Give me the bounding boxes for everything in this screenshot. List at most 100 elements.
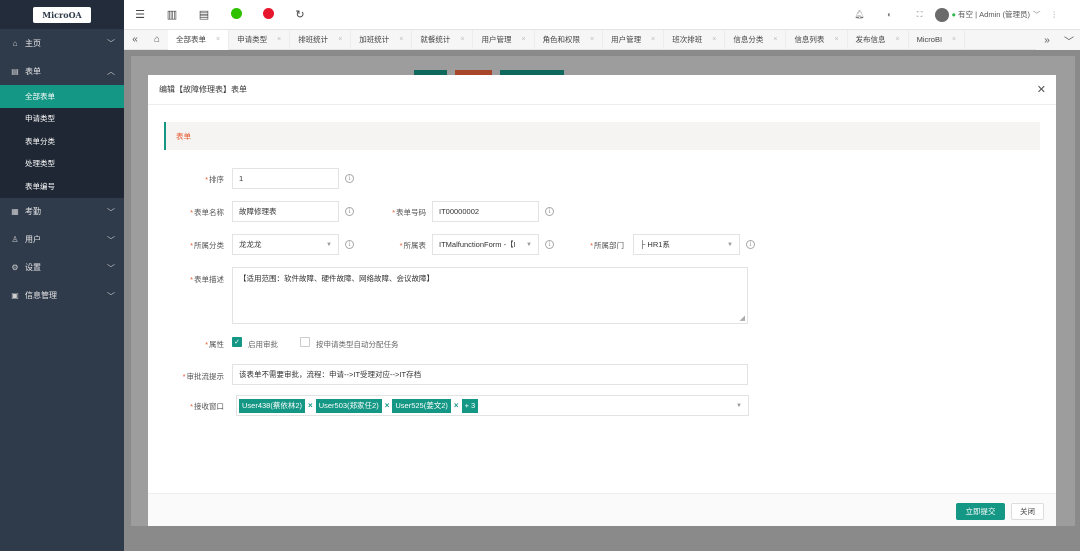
tab-shift-schedule[interactable]: 班次排班 × <box>664 29 726 50</box>
info-icon[interactable]: i <box>746 240 755 249</box>
close-icon[interactable]: × <box>460 36 464 43</box>
book-icon[interactable]: ▥ <box>156 8 188 21</box>
online-status-icon: ● <box>951 10 957 19</box>
receiver-tag: User503(郑家任2) <box>315 398 382 413</box>
caret-down-icon: ▼ <box>727 242 733 248</box>
close-icon[interactable]: × <box>399 36 403 43</box>
tabs-menu-chevron-icon[interactable]: ﹀ <box>1058 33 1080 48</box>
sidebar-subitem-all-forms[interactable]: 全部表单 <box>0 85 124 108</box>
sidebar-item-settings[interactable]: ⚙ 设置 ﹀ <box>0 254 124 282</box>
bell-icon[interactable]: 🔔︎ <box>845 10 875 19</box>
tab-info-category[interactable]: 信息分类 × <box>725 29 787 50</box>
sidebar-subitem-form-number[interactable]: 表单编号 <box>0 175 124 198</box>
order-input[interactable]: 1 <box>232 168 339 189</box>
info-icon[interactable]: i <box>345 240 354 249</box>
enable-approval-checkbox[interactable]: ✓ <box>232 337 242 347</box>
fullscreen-icon[interactable]: ⛶ <box>905 10 935 20</box>
close-icon[interactable]: × <box>712 36 716 43</box>
sidebar-subitem-form-category[interactable]: 表单分类 <box>0 130 124 153</box>
close-icon[interactable]: × <box>834 36 838 43</box>
info-icon[interactable]: i <box>545 207 554 216</box>
sidebar-item-label: 主页 <box>25 38 41 48</box>
close-icon[interactable]: × <box>590 36 594 43</box>
chevron-down-icon: ﹀ <box>1033 10 1041 19</box>
close-icon[interactable]: × <box>338 36 342 43</box>
refresh-icon[interactable]: ↻ <box>284 8 316 21</box>
tab-label: 发布信息 <box>855 35 886 44</box>
approval-hint-input[interactable]: 该表单不需要审批，流程：申请-->IT受理对应-->IT存档 <box>232 364 748 385</box>
chevron-down-icon: ﹀ <box>107 235 115 245</box>
sidebar-item-attendance[interactable]: ▦ 考勤 ﹀ <box>0 198 124 226</box>
table-select[interactable]: ITMalfunctionForm -【I ▼ <box>432 234 539 255</box>
wechat-icon[interactable] <box>220 7 252 22</box>
tab-shift-stats[interactable]: 排班统计 × <box>290 29 352 50</box>
sidebar-subitem-apply-type[interactable]: 申请类型 <box>0 108 124 131</box>
tab-meal-stats[interactable]: 就餐统计 × <box>412 29 474 50</box>
info-icon[interactable]: i <box>345 174 354 183</box>
close-icon[interactable]: × <box>216 36 220 43</box>
receiver-multiselect[interactable]: User438(蔡依林2) × User503(郑家任2) × User525(… <box>236 395 749 416</box>
close-icon[interactable]: × <box>952 36 956 43</box>
tab-microbi[interactable]: MicroBI × <box>909 29 966 50</box>
resize-handle-icon[interactable]: ◢ <box>740 314 745 322</box>
table-value: ITMalfunctionForm -【I <box>439 240 516 249</box>
tab-roles[interactable]: 角色和权限 × <box>535 29 604 50</box>
close-icon[interactable]: × <box>651 36 655 43</box>
tab-info-list[interactable]: 信息列表 × <box>786 29 848 50</box>
close-icon[interactable]: ✕ <box>1037 83 1046 96</box>
form-name-input[interactable]: 故障修理表 <box>232 201 339 222</box>
category-label: *所属分类 <box>190 241 224 250</box>
close-icon[interactable]: × <box>896 36 900 43</box>
more-vertical-icon[interactable]: ⋮ <box>1051 10 1059 19</box>
tab-apply-type[interactable]: 申请类型 × <box>229 29 291 50</box>
tab-label: 申请类型 <box>237 35 268 44</box>
tab-publish-info[interactable]: 发布信息 × <box>848 29 909 50</box>
sidebar-item-form[interactable]: ▤ 表单 ︿ <box>0 57 124 85</box>
info-icon[interactable]: i <box>545 240 554 249</box>
tab-user-manage[interactable]: 用户管理 × <box>473 29 535 50</box>
weibo-icon[interactable] <box>252 7 284 22</box>
tab-label: 就餐统计 <box>420 35 451 44</box>
auto-assign-checkbox[interactable] <box>300 337 310 347</box>
avatar <box>934 7 949 22</box>
sidebar-item-home[interactable]: ⌂ 主页 ﹀ <box>0 29 124 57</box>
menu-toggle-icon[interactable]: ☰ <box>124 8 156 21</box>
close-icon[interactable]: × <box>385 399 390 413</box>
sidebar-item-label: 考勤 <box>25 207 41 216</box>
chevron-up-icon: ︿ <box>107 67 115 76</box>
sidebar-subitem-process-type[interactable]: 处理类型 <box>0 153 124 176</box>
app-logo[interactable]: MicroOA <box>33 6 91 23</box>
close-icon[interactable]: × <box>454 399 459 413</box>
home-tab-icon[interactable]: ⌂ <box>146 34 168 45</box>
close-icon[interactable]: × <box>773 36 777 43</box>
description-textarea[interactable]: 【适用范围：软件故障、硬件故障、网络故障、会议故障】 ◢ <box>232 267 748 324</box>
tab-overtime-stats[interactable]: 加班统计 × <box>351 29 413 50</box>
form-code-input[interactable]: IT00000002 <box>432 201 539 222</box>
edit-form-modal: 编辑【故障修理表】表单 ✕ 表单 *排序 1 i *表单名称 故障修理表 i *… <box>148 75 1056 526</box>
category-select[interactable]: 龙龙龙 ▼ <box>232 234 339 255</box>
close-icon[interactable]: × <box>308 399 313 413</box>
tab-user-manage-2[interactable]: 用户管理 × <box>603 29 665 50</box>
close-icon[interactable]: × <box>521 36 525 43</box>
tab-all-forms[interactable]: 全部表单 × <box>168 29 230 50</box>
sidebar-item-user[interactable]: ♙ 用户 ﹀ <box>0 226 124 254</box>
user-menu[interactable]: ● 有空 | Admin (管理员) ﹀ ⋮ <box>934 7 1080 22</box>
user-name: 有空 | Admin (管理员) <box>958 10 1030 19</box>
chevron-down-icon: ﹀ <box>107 39 115 48</box>
theme-icon[interactable]: ◐ <box>875 10 905 19</box>
sidebar-item-info[interactable]: ▣ 信息管理 ﹀ <box>0 282 124 310</box>
info-icon[interactable]: i <box>345 207 354 216</box>
logo-area: MicroOA <box>0 0 124 29</box>
calendar-icon: ▦ <box>11 207 19 216</box>
close-icon[interactable]: × <box>277 36 281 43</box>
department-select[interactable]: ├ HR1系 ▼ <box>633 234 740 255</box>
modal-title: 编辑【故障修理表】表单 <box>159 85 247 94</box>
receiver-more-tag[interactable]: + 3 <box>461 398 479 413</box>
tabs-scroll-left-icon[interactable]: « <box>124 34 146 45</box>
submit-button[interactable]: 立即提交 <box>956 503 1005 520</box>
document-icon[interactable]: ▤ <box>188 8 220 21</box>
close-button[interactable]: 关闭 <box>1011 503 1044 520</box>
tabs-scroll-right-icon[interactable]: » <box>1036 35 1058 46</box>
sidebar: MicroOA ⌂ 主页 ﹀ ▤ 表单 ︿ 全部表单 申请类型 表单分类 处理类型 表单… <box>0 0 124 551</box>
caret-down-icon: ▼ <box>326 242 332 248</box>
